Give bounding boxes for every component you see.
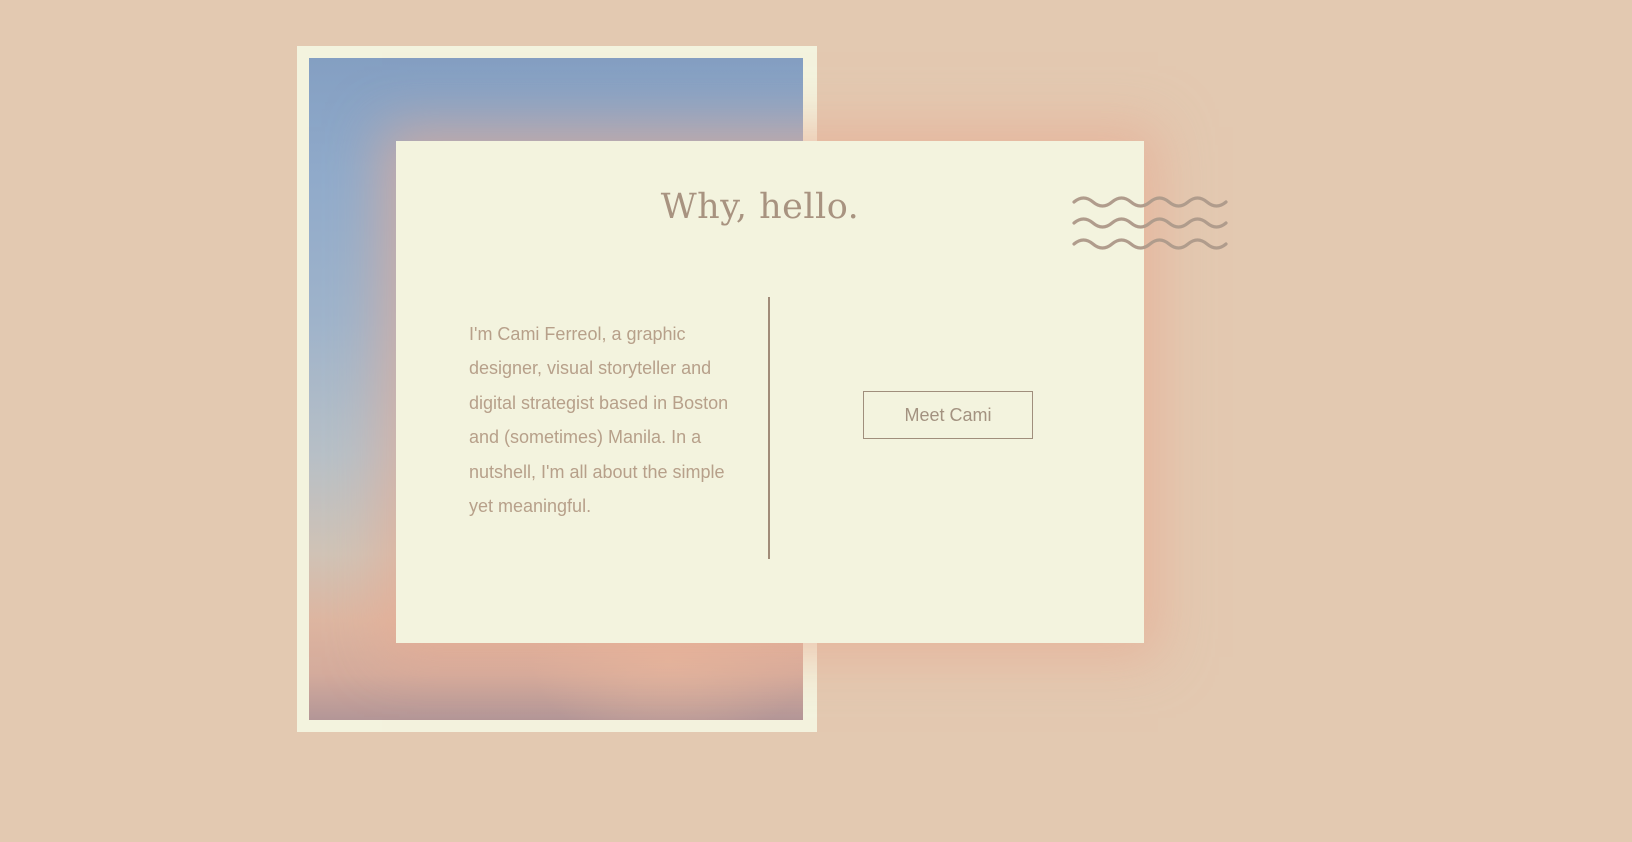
- card-title: Why, hello.: [660, 187, 860, 227]
- card-body-text: I'm Cami Ferreol, a graphic designer, vi…: [469, 324, 729, 517]
- postmark-wavy-lines-icon: [1072, 196, 1228, 250]
- intro-card: Why, hello. I'm Cami Ferreol, a graphic …: [396, 141, 1144, 643]
- meet-cami-button[interactable]: Meet Cami: [863, 391, 1033, 439]
- vertical-divider: [768, 297, 770, 559]
